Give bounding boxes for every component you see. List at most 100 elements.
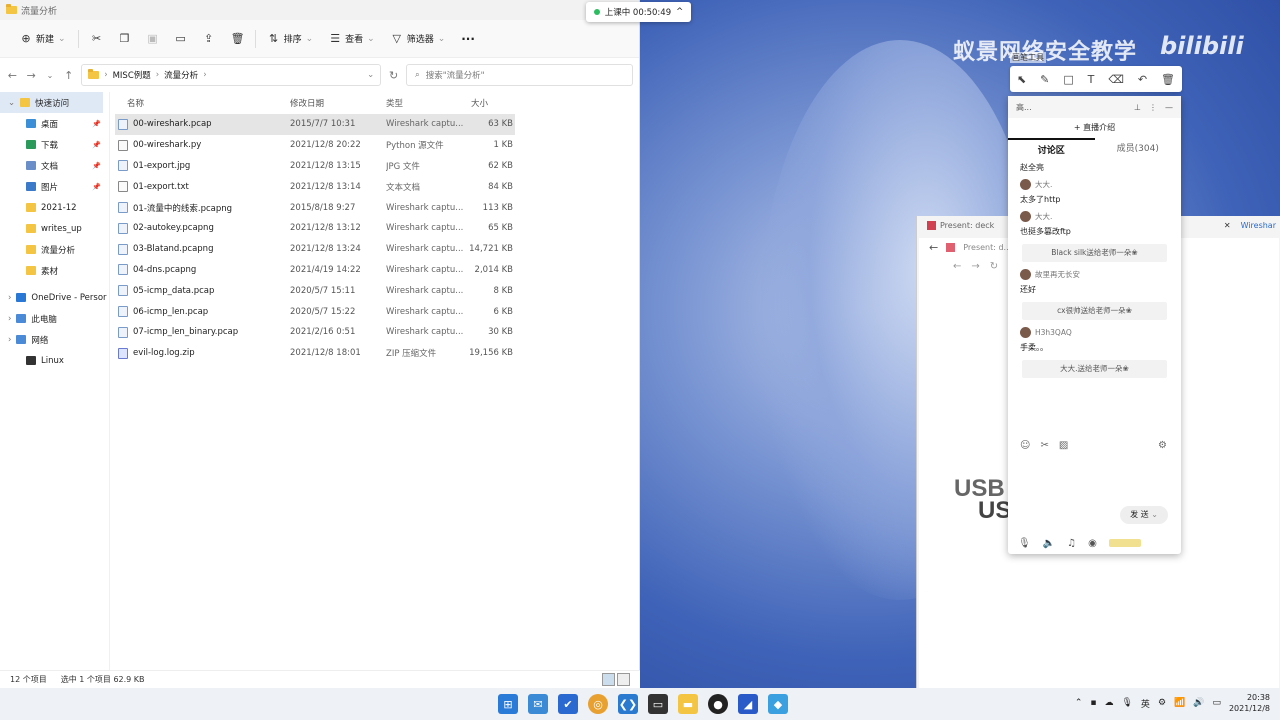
browser-back-icon[interactable]: ←	[929, 241, 938, 254]
tray-settings-icon[interactable]: ⚙	[1158, 698, 1166, 708]
browser-tab-3[interactable]: Wireshar	[1241, 221, 1276, 230]
file-row[interactable]: 01-export.txt 2021/12/8 13:14 文本文档 84 KB	[115, 176, 515, 197]
tiles-view-button[interactable]	[617, 673, 630, 686]
wifi-icon[interactable]: 📶	[1174, 698, 1185, 708]
tab-discussion[interactable]: 讨论区	[1008, 138, 1095, 160]
scissors-icon[interactable]: ✂	[1040, 440, 1048, 456]
tab-close-icon[interactable]: ✕	[1224, 221, 1231, 230]
tray-mic-icon[interactable]: 🎙	[1121, 698, 1132, 708]
volume-icon[interactable]: 🔊	[1193, 698, 1204, 708]
class-timer[interactable]: 上课中 00:50:49 ^	[586, 2, 691, 22]
share-button[interactable]: ⇪	[195, 27, 223, 51]
breadcrumb-misc[interactable]: MISC例题	[113, 69, 151, 81]
sidebar-item[interactable]: › OneDrive - Persor	[0, 287, 109, 308]
wireshark-icon[interactable]: ◢	[738, 694, 758, 714]
copy-button[interactable]: ❐	[111, 27, 139, 51]
paste-button[interactable]: ▣	[139, 27, 167, 51]
inner-back-icon[interactable]: ←	[953, 261, 961, 272]
microphone-icon[interactable]: 🎙	[1018, 538, 1031, 549]
sidebar-item[interactable]: › 此电脑	[0, 308, 109, 329]
pin-icon[interactable]: ⊥	[1134, 103, 1141, 112]
chrome-icon[interactable]: ◎	[588, 694, 608, 714]
column-name[interactable]: 名称	[115, 97, 290, 109]
inner-forward-icon[interactable]: →	[971, 261, 979, 272]
file-row[interactable]: 05-icmp_data.pcap 2020/5/7 15:11 Wireshark…	[115, 280, 515, 301]
browser-tab-1[interactable]: Present: deck	[940, 221, 994, 230]
tab-members[interactable]: 成员(304)	[1095, 138, 1182, 160]
sidebar-item[interactable]: 文档 📌	[0, 155, 109, 176]
sidebar-item[interactable]: 下载 📌	[0, 134, 109, 155]
battery-icon[interactable]: ▭	[1212, 698, 1221, 708]
minimize-icon[interactable]: —	[1165, 103, 1173, 112]
file-row[interactable]: 01-export.jpg 2021/12/8 13:15 JPG 文件 62 KB	[115, 156, 515, 177]
inner-refresh-icon[interactable]: ↻	[990, 261, 998, 272]
file-row[interactable]: 02-autokey.pcapng 2021/12/8 13:12 Wireshar…	[115, 218, 515, 239]
todo-icon[interactable]: ✔	[558, 694, 578, 714]
breadcrumb-traffic[interactable]: 流量分析	[164, 69, 198, 81]
speaker-icon[interactable]: 🔈	[1043, 538, 1055, 549]
forward-arrow-icon[interactable]: →	[25, 69, 38, 82]
sidebar-item[interactable]: 流量分析	[0, 239, 109, 260]
expand-chevron-icon[interactable]: ⌄	[8, 98, 15, 108]
system-clock[interactable]: 20:38 2021/12/8	[1229, 692, 1270, 714]
tray-app-icon[interactable]: ▪	[1090, 698, 1096, 708]
recent-chevron-icon[interactable]: ⌄	[44, 71, 57, 80]
cut-button[interactable]: ✂	[83, 27, 111, 51]
tray-expand-icon[interactable]: ⌃	[1075, 698, 1083, 708]
details-view-button[interactable]	[602, 673, 615, 686]
live-intro-button[interactable]: + 直播介绍	[1008, 118, 1181, 138]
image-icon[interactable]: ▨	[1059, 440, 1068, 456]
sidebar-item[interactable]: Linux	[0, 350, 109, 371]
sidebar-item[interactable]: 素材	[0, 260, 109, 281]
sidebar-item[interactable]: writes_up	[0, 218, 109, 239]
delete-button[interactable]: 🗑	[223, 27, 251, 51]
pen-tool-icon[interactable]: ✎	[1040, 73, 1049, 86]
address-field[interactable]: › MISC例题 › 流量分析 › ⌄	[81, 64, 382, 86]
file-explorer-icon[interactable]: ▬	[678, 694, 698, 714]
view-button[interactable]: ☰ 查看 ⌄	[321, 27, 383, 51]
inner-tab[interactable]: Present: d...	[963, 243, 1011, 252]
file-row[interactable]: 07-icmp_len_binary.pcap 2021/2/16 0:51 Wir…	[115, 322, 515, 343]
file-row[interactable]: 03-Blatand.pcapng 2021/12/8 13:24 Wireshar…	[115, 239, 515, 260]
file-row[interactable]: 01-流量中的线索.pcapng 2015/8/18 9:27 Wireshark …	[115, 197, 515, 218]
rename-button[interactable]: ▭	[167, 27, 195, 51]
refresh-icon[interactable]: ↻	[387, 69, 400, 82]
sidebar-item[interactable]: 桌面 📌	[0, 113, 109, 134]
mail-icon[interactable]: ✉	[528, 694, 548, 714]
search-input[interactable]: ⌕ 搜索"流量分析"	[405, 64, 633, 86]
undo-icon[interactable]: ↶	[1138, 73, 1147, 86]
github-icon[interactable]: ●	[708, 694, 728, 714]
camera-icon[interactable]: ◉	[1088, 538, 1097, 549]
emoji-icon[interactable]: ☺	[1020, 440, 1030, 456]
sidebar-item[interactable]: › 网络	[0, 329, 109, 350]
sidebar-item[interactable]: 图片 📌	[0, 176, 109, 197]
explorer-titlebar[interactable]: 流量分析	[0, 0, 639, 20]
file-row[interactable]: 06-icmp_len.pcap 2020/5/7 15:22 Wireshark …	[115, 301, 515, 322]
timer-collapse-icon[interactable]: ^	[676, 7, 683, 17]
terminal-icon[interactable]: ▭	[648, 694, 668, 714]
classroom-app-icon[interactable]: ◆	[768, 694, 788, 714]
sidebar-item[interactable]: ⌄ 快速访问	[0, 92, 103, 113]
file-row[interactable]: evil-log.log.zip 2021/12/8 18:01 ZIP 压缩文件 1…	[115, 343, 515, 364]
column-date[interactable]: 修改日期	[290, 97, 386, 109]
rectangle-tool-icon[interactable]: □	[1063, 73, 1073, 86]
file-row[interactable]: 00-wireshark.py 2021/12/8 20:22 Python 源文件…	[115, 135, 515, 156]
expand-chevron-icon[interactable]: ›	[8, 335, 11, 345]
vscode-icon[interactable]: ❮❯	[618, 694, 638, 714]
clear-icon[interactable]: 🗑	[1161, 73, 1175, 86]
more-button[interactable]: ···	[453, 27, 483, 51]
column-type[interactable]: 类型	[386, 97, 466, 109]
file-row[interactable]: 00-wireshark.pcap 2015/7/7 10:31 Wireshark…	[115, 114, 515, 135]
tray-cloud-icon[interactable]: ☁	[1104, 698, 1113, 708]
menu-dots-icon[interactable]: ⋮	[1149, 103, 1157, 112]
pointer-tool-icon[interactable]: ⬉	[1017, 73, 1026, 86]
eraser-tool-icon[interactable]: ⌫	[1108, 73, 1124, 86]
filter-button[interactable]: ▽ 筛选器 ⌄	[383, 27, 454, 51]
input-language[interactable]: 英	[1141, 697, 1150, 710]
new-button[interactable]: ⊕ 新建 ⌄	[12, 27, 74, 51]
address-dropdown-icon[interactable]: ⌄	[367, 70, 374, 80]
start-icon[interactable]: ⊞	[498, 694, 518, 714]
expand-chevron-icon[interactable]: ›	[8, 314, 11, 324]
up-arrow-icon[interactable]: ↑	[62, 69, 75, 82]
expand-chevron-icon[interactable]: ›	[8, 293, 11, 303]
